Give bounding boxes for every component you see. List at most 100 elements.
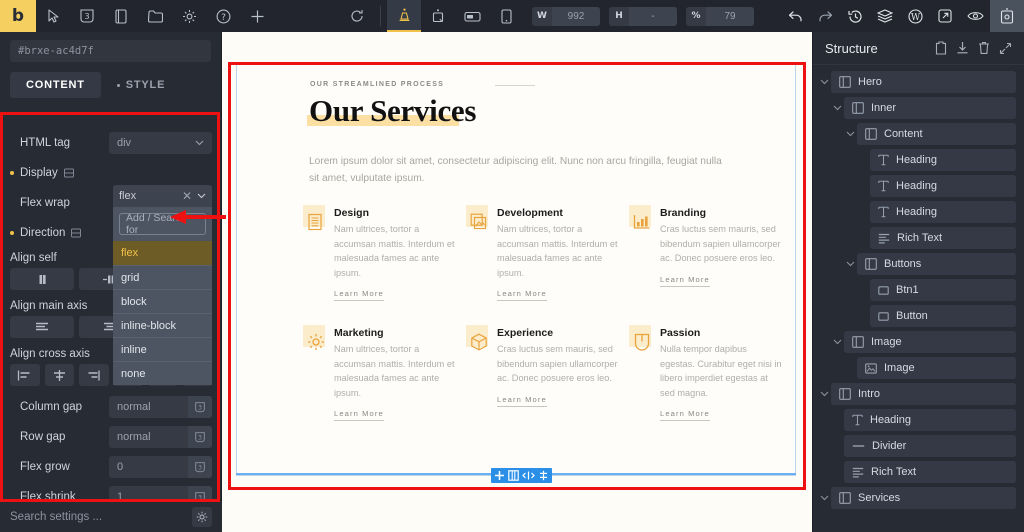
height-value[interactable]: - xyxy=(629,6,677,26)
flex-grow-input[interactable]: 0 3 xyxy=(109,456,212,478)
cross-axis-center-button[interactable] xyxy=(44,364,74,386)
desktop-icon[interactable] xyxy=(387,0,421,32)
display-option-block[interactable]: block xyxy=(113,289,212,313)
tree-node[interactable]: Heading xyxy=(813,149,1024,171)
tree-node-box[interactable]: Heading xyxy=(870,201,1016,223)
open-external-icon[interactable] xyxy=(930,0,960,32)
tree-node[interactable]: Heading xyxy=(813,201,1024,223)
display-option-inline-block[interactable]: inline-block xyxy=(113,313,212,337)
collapse-icon[interactable] xyxy=(999,42,1012,55)
settings-gear-icon[interactable] xyxy=(192,506,212,527)
folder-icon[interactable] xyxy=(138,0,172,32)
card-learn-more-link[interactable]: Learn More xyxy=(660,409,710,421)
mobile-icon[interactable] xyxy=(489,0,523,32)
card-learn-more-link[interactable]: Learn More xyxy=(334,289,384,301)
tree-node-box[interactable]: Intro xyxy=(831,383,1016,405)
element-id-input[interactable]: #brxe-ac4d7f xyxy=(10,40,211,62)
tree-node[interactable]: Rich Text xyxy=(813,227,1024,249)
main-axis-start-button[interactable] xyxy=(10,316,74,338)
tree-node-box[interactable]: Inner xyxy=(844,97,1016,119)
card-description[interactable]: Nam ultrices, tortor a accumsan mattis. … xyxy=(334,222,456,280)
move-horizontal-icon[interactable] xyxy=(522,470,535,481)
tree-node-box[interactable]: Hero xyxy=(831,71,1016,93)
card-learn-more-link[interactable]: Learn More xyxy=(660,275,710,287)
cursor-icon[interactable] xyxy=(36,0,70,32)
card-title[interactable]: Passion xyxy=(660,327,782,339)
responsive-icon[interactable] xyxy=(63,168,74,178)
tree-node-box[interactable]: Rich Text xyxy=(870,227,1016,249)
display-option-inline[interactable]: inline xyxy=(113,337,212,361)
tree-node[interactable]: Inner xyxy=(813,97,1024,119)
chevron-down-icon[interactable] xyxy=(817,495,831,501)
tree-node-box[interactable]: Heading xyxy=(870,175,1016,197)
display-dropdown-header[interactable]: flex ✕ xyxy=(113,185,212,207)
services-section[interactable]: OUR STREAMLINED PROCESS Our Services Lor… xyxy=(236,64,796,476)
tree-node[interactable]: Heading xyxy=(813,175,1024,197)
tree-node-box[interactable]: Heading xyxy=(870,149,1016,171)
card-description[interactable]: Nulla tempor dapibus egestas. Curabitur … xyxy=(660,342,782,400)
tree-node-box[interactable]: Image xyxy=(857,357,1016,379)
display-search-input[interactable]: Add / Search for xyxy=(119,212,206,236)
cross-axis-end-button[interactable] xyxy=(79,364,109,386)
service-card-development[interactable]: Development Nam ultrices, tortor a accum… xyxy=(466,205,629,301)
html-tag-select[interactable]: div xyxy=(109,132,212,154)
tree-node[interactable]: Heading xyxy=(813,409,1024,431)
service-card-branding[interactable]: Branding Cras luctus sem mauris, sed bib… xyxy=(629,205,792,301)
responsive-icon[interactable] xyxy=(71,228,82,238)
tree-node[interactable]: Intro xyxy=(813,383,1024,405)
cross-axis-start-button[interactable] xyxy=(10,364,40,386)
tree-node-box[interactable]: Button xyxy=(870,305,1016,327)
tab-style[interactable]: STYLE xyxy=(101,72,181,98)
tablet-landscape-icon[interactable] xyxy=(421,0,455,32)
undo-icon[interactable] xyxy=(780,0,810,32)
chevron-down-icon[interactable] xyxy=(817,391,831,397)
tree-node[interactable]: Content xyxy=(813,123,1024,145)
chevron-down-icon[interactable] xyxy=(843,261,857,267)
save-template-icon[interactable] xyxy=(990,0,1024,32)
zoom-value[interactable]: 79 xyxy=(706,6,754,26)
service-card-passion[interactable]: Passion Nulla tempor dapibus egestas. Cu… xyxy=(629,325,792,421)
tree-node-box[interactable]: Divider xyxy=(844,435,1016,457)
tree-node-box[interactable]: Services xyxy=(831,487,1016,509)
service-card-marketing[interactable]: Marketing Nam ultrices, tortor a accumsa… xyxy=(303,325,466,421)
service-card-experience[interactable]: Experience Cras luctus sem mauris, sed b… xyxy=(466,325,629,421)
help-icon[interactable]: ? xyxy=(206,0,240,32)
card-title[interactable]: Experience xyxy=(497,327,619,339)
preview-icon[interactable] xyxy=(960,0,990,32)
display-option-grid[interactable]: grid xyxy=(113,265,212,289)
tree-node[interactable]: Rich Text xyxy=(813,461,1024,483)
height-field[interactable]: H - xyxy=(609,6,677,26)
redo-icon[interactable] xyxy=(810,0,840,32)
tree-node-box[interactable]: Heading xyxy=(844,409,1016,431)
card-description[interactable]: Cras luctus sem mauris, sed bibendum sap… xyxy=(660,222,782,266)
search-settings-input[interactable]: Search settings ... xyxy=(10,511,102,523)
search-settings-bar[interactable]: Search settings ... xyxy=(0,500,222,532)
align-self-start-button[interactable] xyxy=(10,268,74,290)
tree-node[interactable]: Button xyxy=(813,305,1024,327)
tree-node[interactable]: Services xyxy=(813,487,1024,509)
service-card-design[interactable]: Design Nam ultrices, tortor a accumsan m… xyxy=(303,205,466,301)
card-title[interactable]: Design xyxy=(334,207,456,219)
chevron-down-icon[interactable] xyxy=(843,131,857,137)
plus-icon[interactable] xyxy=(240,0,274,32)
css-badge-icon[interactable]: 3 xyxy=(70,0,104,32)
row-gap-input[interactable]: normal 3 xyxy=(109,426,212,448)
card-title[interactable]: Marketing xyxy=(334,327,456,339)
card-learn-more-link[interactable]: Learn More xyxy=(497,395,547,407)
chevron-down-icon[interactable] xyxy=(817,79,831,85)
tree-node-box[interactable]: Btn1 xyxy=(870,279,1016,301)
card-description[interactable]: Nam ultrices, tortor a accumsan mattis. … xyxy=(334,342,456,400)
tab-content[interactable]: CONTENT xyxy=(10,72,101,98)
display-option-flex[interactable]: flex xyxy=(113,241,212,265)
tree-node[interactable]: Image xyxy=(813,331,1024,353)
width-value[interactable]: 992 xyxy=(552,6,600,26)
tablet-icon[interactable] xyxy=(455,0,489,32)
trash-icon[interactable] xyxy=(978,41,990,55)
duplicate-icon[interactable] xyxy=(508,470,519,481)
card-description[interactable]: Nam ultrices, tortor a accumsan mattis. … xyxy=(497,222,619,280)
css-unit-icon[interactable]: 3 xyxy=(188,426,212,448)
download-icon[interactable] xyxy=(956,41,969,55)
move-vertical-icon[interactable] xyxy=(538,470,549,481)
tree-node-box[interactable]: Buttons xyxy=(857,253,1016,275)
tree-node-box[interactable]: Content xyxy=(857,123,1016,145)
